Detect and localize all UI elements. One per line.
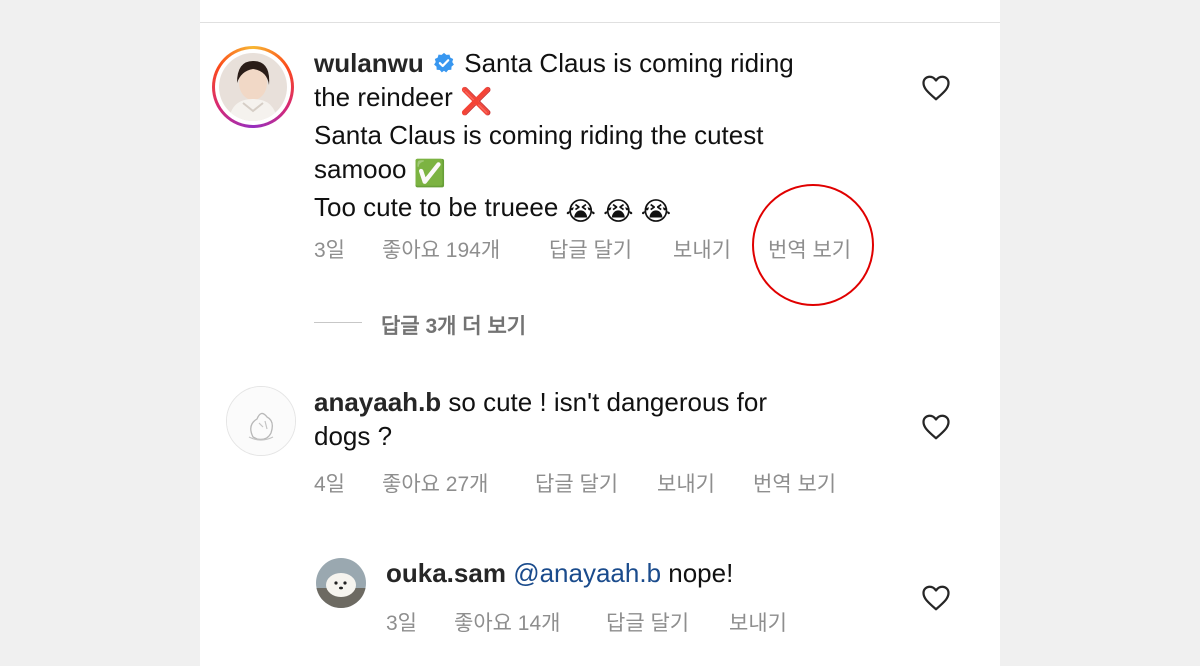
like-heart-icon[interactable]	[921, 413, 951, 441]
likes-count[interactable]: 좋아요 194개	[382, 234, 500, 264]
comment-meta: 4일 좋아요 27개 답글 달기 보내기 번역 보기	[314, 468, 874, 496]
comment-text: nope!	[668, 558, 734, 588]
avatar[interactable]	[226, 386, 296, 456]
send-button[interactable]: 보내기	[673, 234, 731, 264]
comment-text: Santa Claus is coming riding	[464, 48, 794, 78]
translate-button[interactable]: 번역 보기	[753, 468, 836, 498]
reply-button[interactable]: 답글 달기	[535, 468, 618, 498]
check-mark-icon: ✅	[413, 158, 447, 188]
avatar[interactable]	[316, 558, 366, 608]
avatar[interactable]	[219, 53, 287, 121]
divider	[200, 22, 1000, 23]
view-replies-button[interactable]: 답글 3개 더 보기	[381, 310, 526, 340]
comment-text: Santa Claus is coming riding the cutest	[314, 120, 764, 150]
like-heart-icon[interactable]	[921, 584, 951, 612]
username[interactable]: ouka.sam	[386, 558, 506, 588]
likes-count[interactable]: 좋아요 14개	[454, 607, 560, 637]
likes-count[interactable]: 좋아요 27개	[382, 468, 488, 498]
timestamp[interactable]: 4일	[314, 468, 345, 498]
comment-text: the reindeer	[314, 82, 453, 112]
story-ring[interactable]	[212, 46, 294, 128]
mention-link[interactable]: @anayaah.b	[513, 558, 661, 588]
like-heart-icon[interactable]	[921, 74, 951, 102]
timestamp[interactable]: 3일	[314, 234, 345, 264]
send-button[interactable]: 보내기	[729, 607, 787, 637]
username[interactable]: wulanwu	[314, 48, 424, 78]
send-button[interactable]: 보내기	[657, 468, 715, 498]
comments-panel: wulanwu Santa Claus is coming riding the…	[200, 0, 1000, 666]
cross-mark-icon: ❌	[460, 86, 493, 116]
reply-button[interactable]: 답글 달기	[606, 607, 689, 637]
verified-badge-icon	[434, 52, 454, 73]
comment-text: samooo	[314, 154, 407, 184]
comment-body: anayaah.b so cute ! isn't dangerous for …	[314, 385, 874, 453]
comment-text: dogs ?	[314, 421, 393, 451]
comment-body: ouka.sam @anayaah.b nope!	[386, 556, 886, 590]
comment-meta: 3일 좋아요 14개 답글 달기 보내기	[386, 607, 886, 635]
timestamp[interactable]: 3일	[386, 607, 417, 637]
username[interactable]: anayaah.b	[314, 387, 441, 417]
reply-button[interactable]: 답글 달기	[549, 234, 632, 264]
comment-text: Too cute to be trueee	[314, 192, 559, 222]
annotation-circle	[752, 184, 874, 306]
replies-divider	[314, 322, 362, 323]
crying-face-icon: 😭 😭 😭	[565, 196, 672, 226]
comment-text: so cute ! isn't dangerous for	[448, 387, 767, 417]
